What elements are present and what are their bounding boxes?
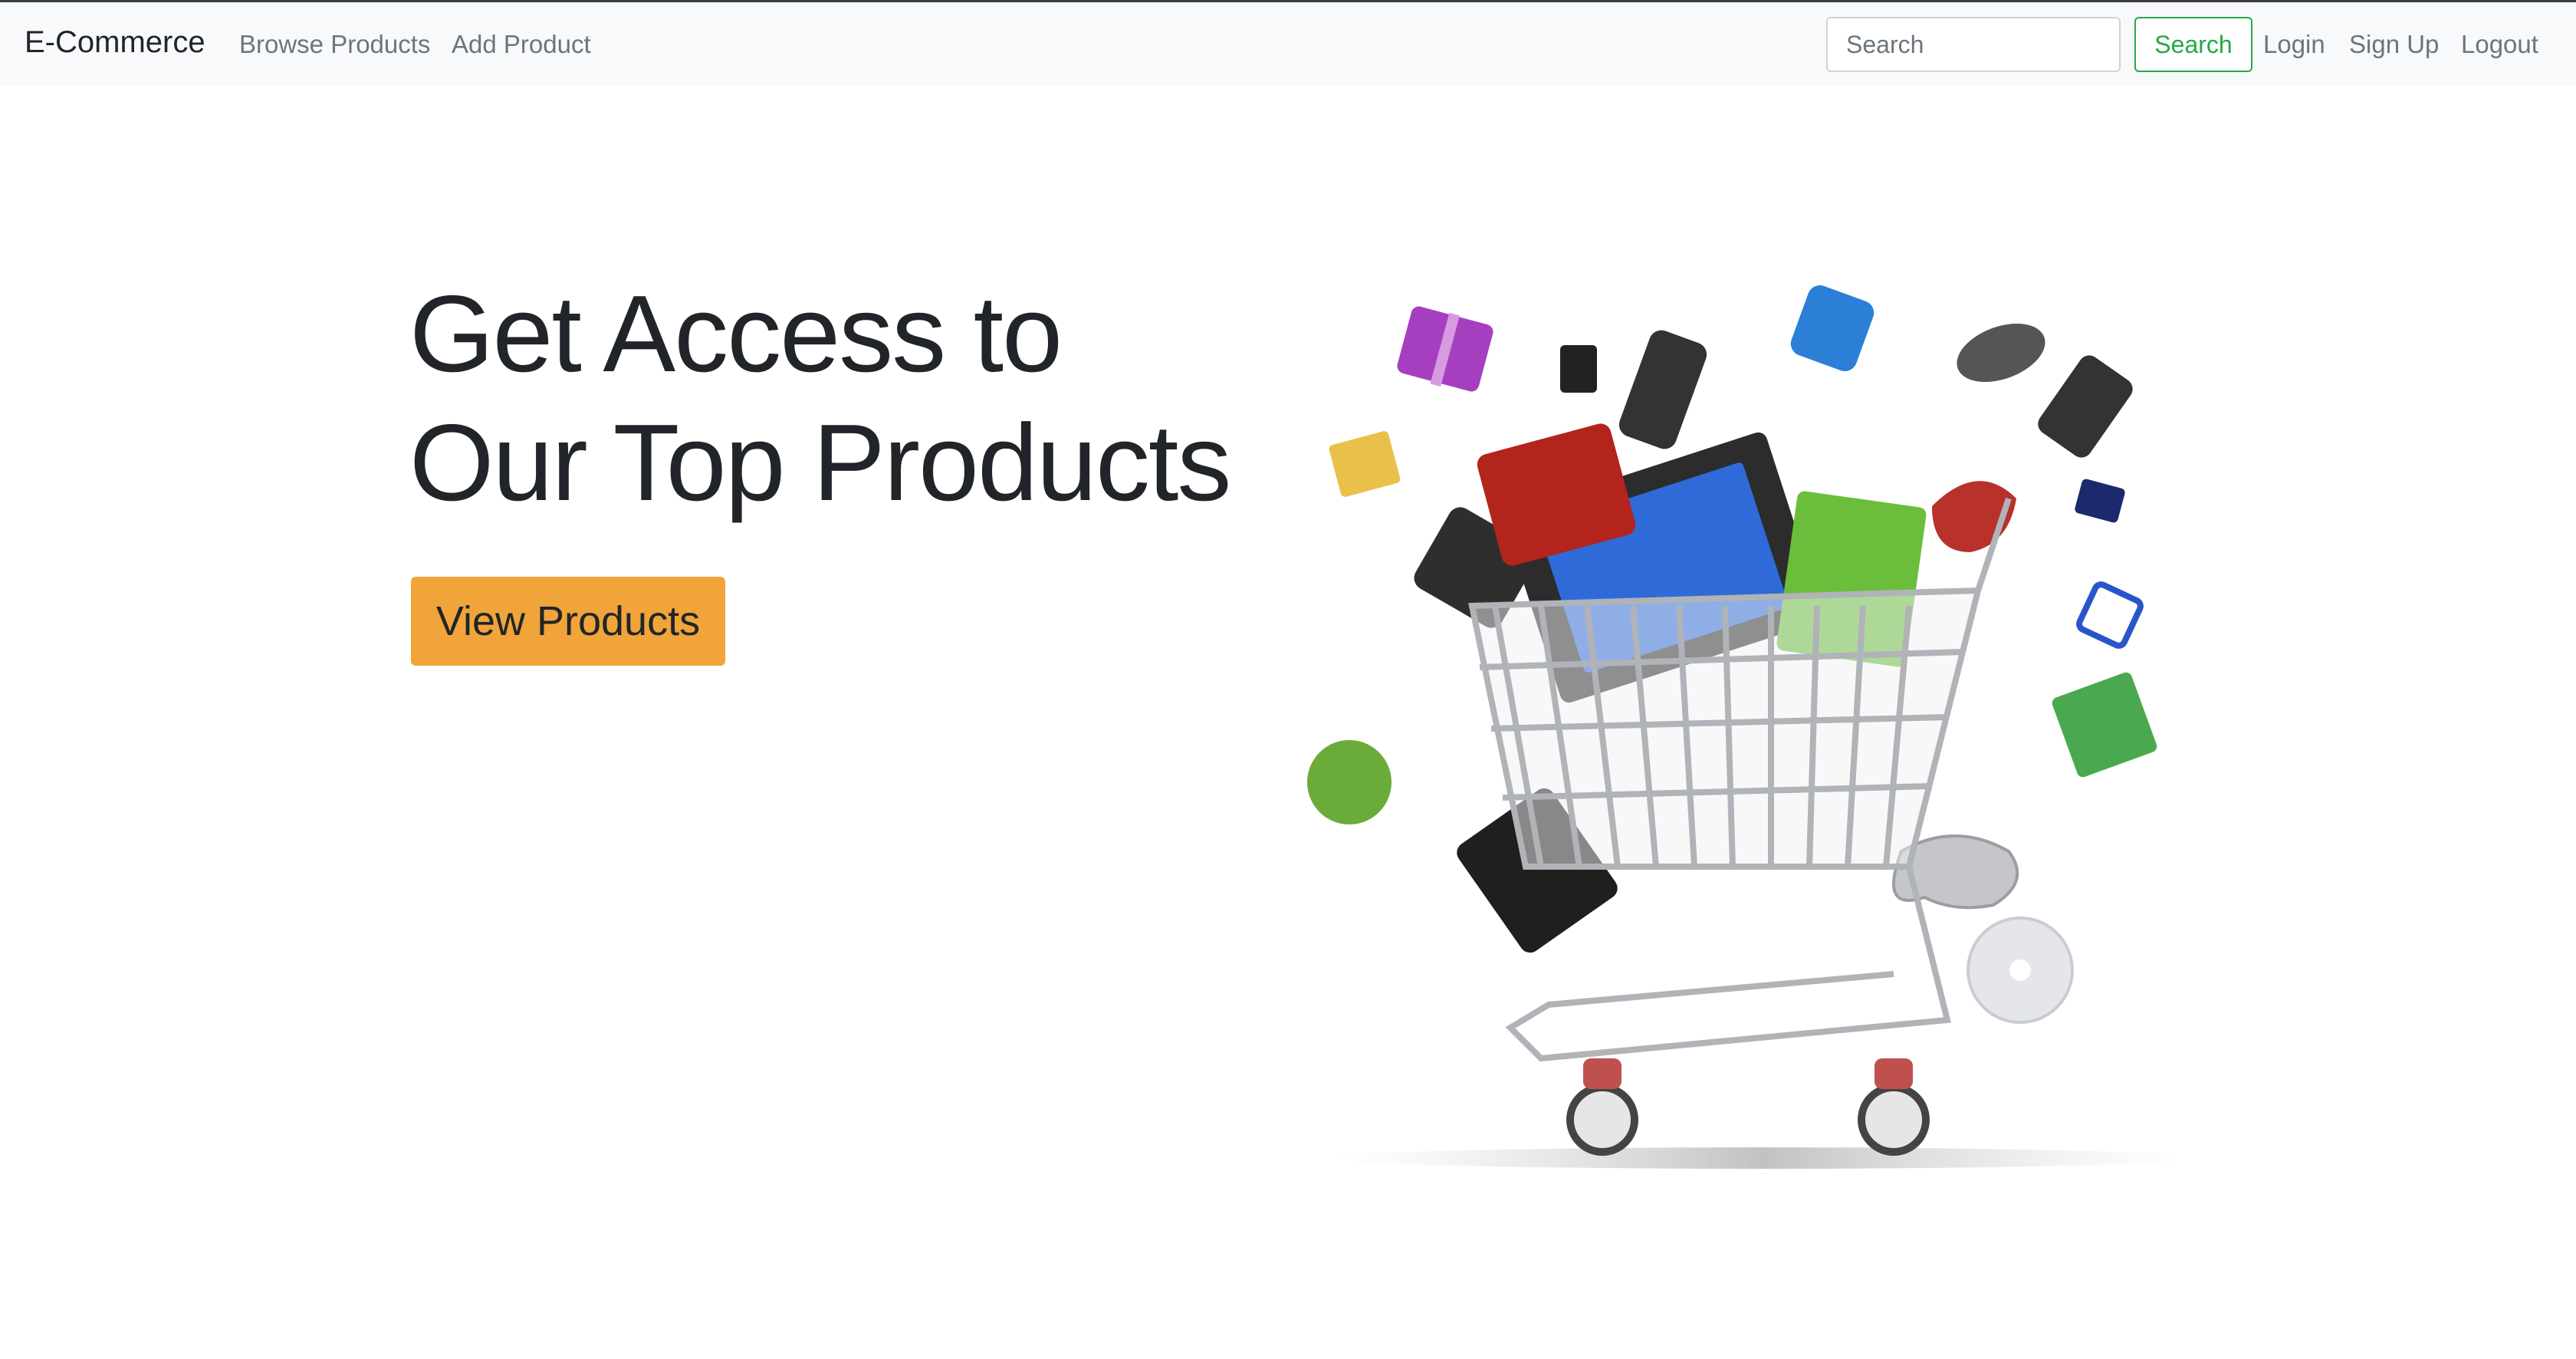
smartphone-icon (1618, 330, 1707, 449)
signup-link[interactable]: Sign Up (2349, 30, 2439, 59)
gift-box-green-icon (2052, 672, 2157, 778)
gift-box-blue-icon (1790, 285, 1875, 371)
nav-link-browse-products[interactable]: Browse Products (239, 30, 430, 59)
smartphone-icon-2 (2038, 355, 2133, 458)
navbar: E-Commerce Browse Products Add Product S… (0, 2, 2576, 86)
brand-link[interactable]: E-Commerce (25, 25, 205, 60)
gift-box-purple-icon (1397, 306, 1493, 392)
nav-link-add-product[interactable]: Add Product (452, 30, 591, 59)
cart-wheel-icon (1566, 1058, 1930, 1156)
gift-ornament-icon (1307, 740, 1392, 824)
gift-box-gold-icon (1329, 431, 1401, 497)
search-input[interactable] (1826, 17, 2121, 72)
hero-title-line-1: Get Access to (409, 273, 1063, 395)
login-link[interactable]: Login (2263, 30, 2325, 59)
hero-title: Get Access to Our Top Products (409, 270, 1231, 528)
sd-card-blue-icon (2076, 581, 2144, 649)
view-products-button[interactable]: View Products (411, 577, 725, 666)
shopping-cart-illustration (1307, 285, 2177, 1169)
logout-link[interactable]: Logout (2461, 30, 2538, 59)
memory-card-icon (1560, 345, 1597, 393)
search-button[interactable]: Search (2134, 17, 2252, 72)
sd-card-icon (2075, 479, 2125, 523)
hero-title-line-2: Our Top Products (409, 402, 1231, 524)
computer-mouse-icon (1957, 324, 2045, 382)
floor-shadow (1334, 1147, 2177, 1169)
